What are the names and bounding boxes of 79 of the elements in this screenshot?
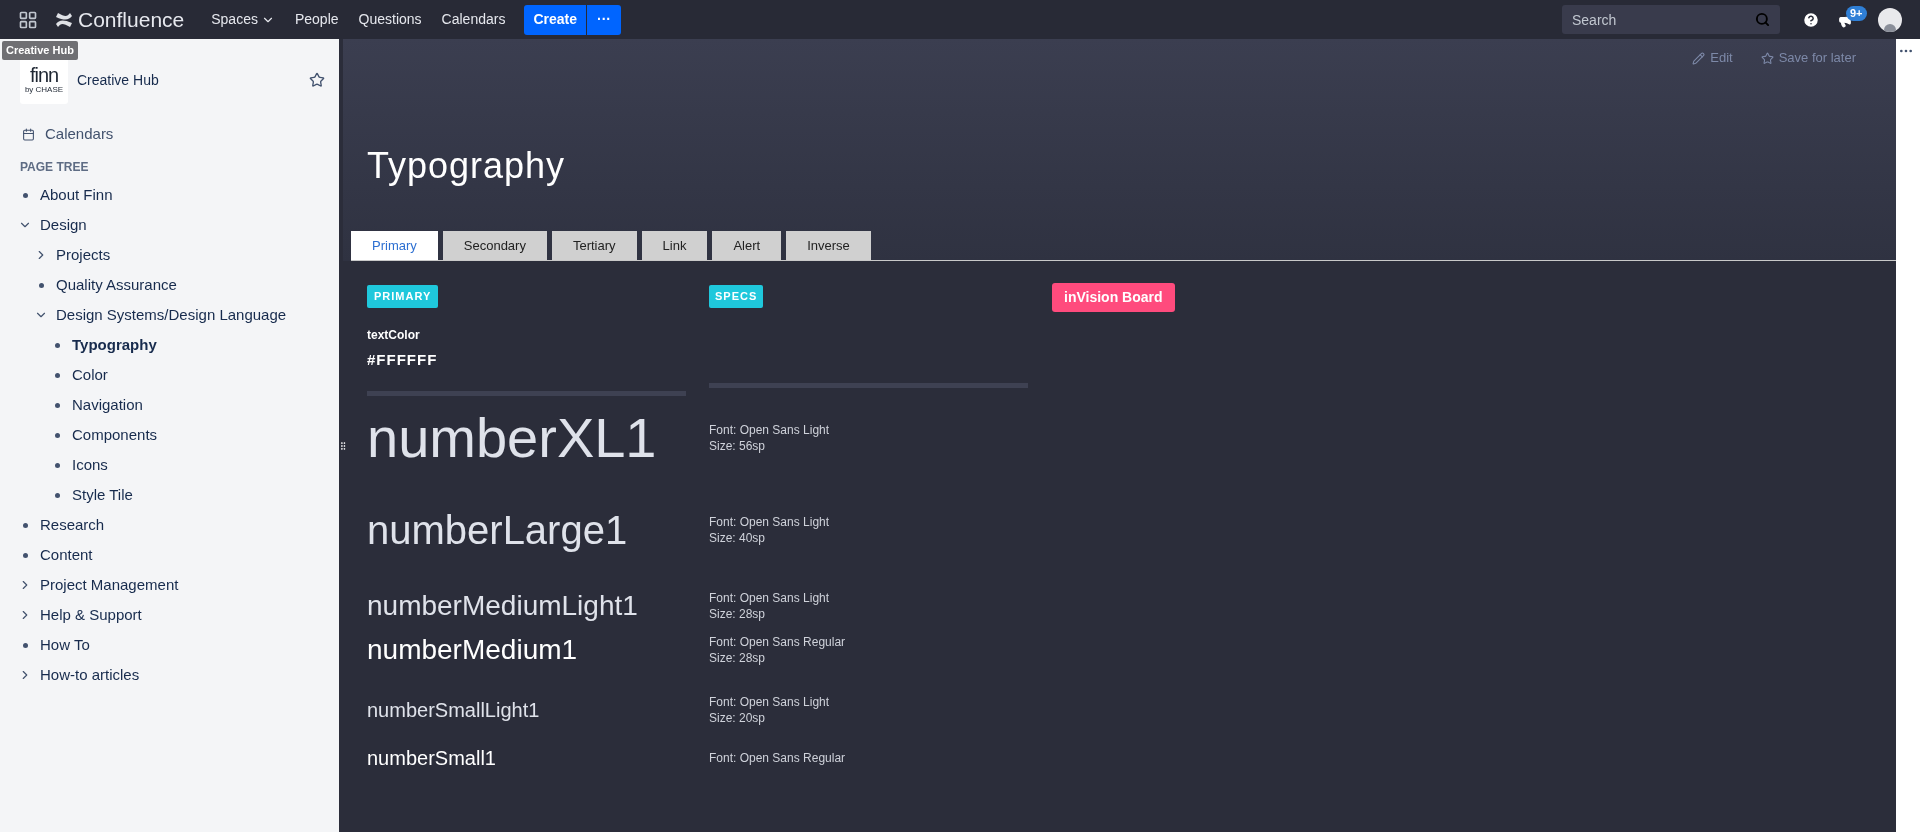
type-specimen: numberMediumLight1 xyxy=(367,592,639,620)
token-value: #FFFFFF xyxy=(367,349,438,370)
type-specimen: numberLarge1 xyxy=(367,510,629,550)
page-tree-item[interactable]: Color xyxy=(72,363,108,387)
nav-menu-item[interactable]: Calendars xyxy=(432,4,515,35)
page-tree-heading: PAGE TREE xyxy=(19,159,90,176)
page-tree-item[interactable]: How To xyxy=(40,633,90,657)
resize-handle-icon[interactable] xyxy=(338,439,348,453)
page-title: Typography xyxy=(367,144,567,188)
page-tree-item[interactable]: Research xyxy=(40,513,105,537)
token-label: textColor xyxy=(367,326,420,344)
page-tree-item[interactable]: Components xyxy=(72,423,158,447)
create-button[interactable]: Create xyxy=(524,4,586,35)
search-field[interactable]: Search xyxy=(1562,5,1780,34)
page-tree-item[interactable]: Content xyxy=(40,543,93,567)
logo-tagline: by CHASE xyxy=(24,85,64,94)
page-tree-item[interactable]: Quality Assurance xyxy=(56,273,177,297)
page-tree-item[interactable]: Icons xyxy=(72,453,108,477)
nav-menu-item[interactable]: People xyxy=(285,4,348,35)
size-spec: Size: 28sp xyxy=(709,606,767,622)
tab[interactable]: Alert xyxy=(712,231,782,260)
font-spec: Font: Open Sans Light xyxy=(709,514,831,530)
font-spec: Font: Open Sans Light xyxy=(709,422,831,438)
bullet-icon xyxy=(54,492,60,498)
page-tree-item[interactable]: Style Tile xyxy=(72,483,133,507)
page-tree-item[interactable]: Projects xyxy=(56,243,111,267)
nav-menu-item[interactable]: Spaces xyxy=(202,4,284,35)
bullet-icon xyxy=(22,192,28,198)
type-specimen: numberSmall1 xyxy=(367,748,497,768)
page-tree-item[interactable]: Design Systems/Design Language xyxy=(56,303,287,327)
bullet-icon xyxy=(38,282,44,288)
page-tree-item[interactable]: Design xyxy=(40,213,87,237)
space-name[interactable]: Creative Hub xyxy=(77,69,309,91)
primary-badge: PRIMARY xyxy=(367,285,439,308)
font-spec: Font: Open Sans Light xyxy=(709,694,831,710)
bullet-icon xyxy=(54,432,60,438)
notification-count-badge: 9+ xyxy=(1846,5,1867,21)
user-avatar[interactable] xyxy=(1878,7,1902,32)
shortcut-link[interactable]: Calendars xyxy=(45,122,114,146)
page-tree-item[interactable]: About Finn xyxy=(40,183,113,207)
bullet-icon xyxy=(54,462,60,468)
tab[interactable]: Inverse xyxy=(786,231,871,260)
bullet-icon xyxy=(22,642,28,648)
bullet-icon xyxy=(54,402,60,408)
size-spec: Size: 40sp xyxy=(709,530,767,546)
page-tree-item[interactable]: Navigation xyxy=(72,393,143,417)
font-spec: Font: Open Sans Regular xyxy=(709,750,847,766)
calendar-icon xyxy=(22,127,35,141)
app-switcher-icon[interactable] xyxy=(18,9,38,30)
page-tree-item[interactable]: Project Management xyxy=(40,573,179,597)
page-tree-item[interactable]: Typography xyxy=(72,333,157,357)
type-specimen: numberMedium1 xyxy=(367,636,579,664)
bullet-icon xyxy=(54,342,60,348)
page-tree-item[interactable]: Help & Support xyxy=(40,603,142,627)
bullet-icon xyxy=(22,552,28,558)
logo-icon xyxy=(55,11,73,28)
help-icon[interactable] xyxy=(1802,10,1820,29)
bullet-icon xyxy=(22,522,28,528)
pencil-icon xyxy=(1692,51,1706,65)
size-spec: Size: 56sp xyxy=(709,438,767,454)
product-logo-text[interactable]: Confluence xyxy=(78,3,185,36)
tab[interactable]: Link xyxy=(641,231,708,260)
tooltip: Creative Hub xyxy=(2,41,78,60)
tab[interactable]: Primary xyxy=(351,231,438,260)
font-spec: Font: Open Sans Regular xyxy=(709,634,847,650)
size-spec: Size: 20sp xyxy=(709,710,767,726)
more-create-button[interactable]: ··· xyxy=(587,4,621,35)
font-spec: Font: Open Sans Light xyxy=(709,590,831,606)
page-tree-item[interactable]: How-to articles xyxy=(40,663,140,687)
bullet-icon xyxy=(54,372,60,378)
specs-badge: SPECS xyxy=(709,285,764,308)
type-specimen: numberXL1 xyxy=(367,410,658,466)
tab[interactable]: Secondary xyxy=(442,231,547,260)
size-spec: Size: 28sp xyxy=(709,650,767,666)
type-specimen: numberSmallLight1 xyxy=(367,700,541,720)
tab[interactable]: Tertiary xyxy=(551,231,637,260)
nav-menu-item[interactable]: Questions xyxy=(349,4,431,35)
star-icon xyxy=(1760,51,1774,65)
star-icon[interactable] xyxy=(309,72,325,88)
